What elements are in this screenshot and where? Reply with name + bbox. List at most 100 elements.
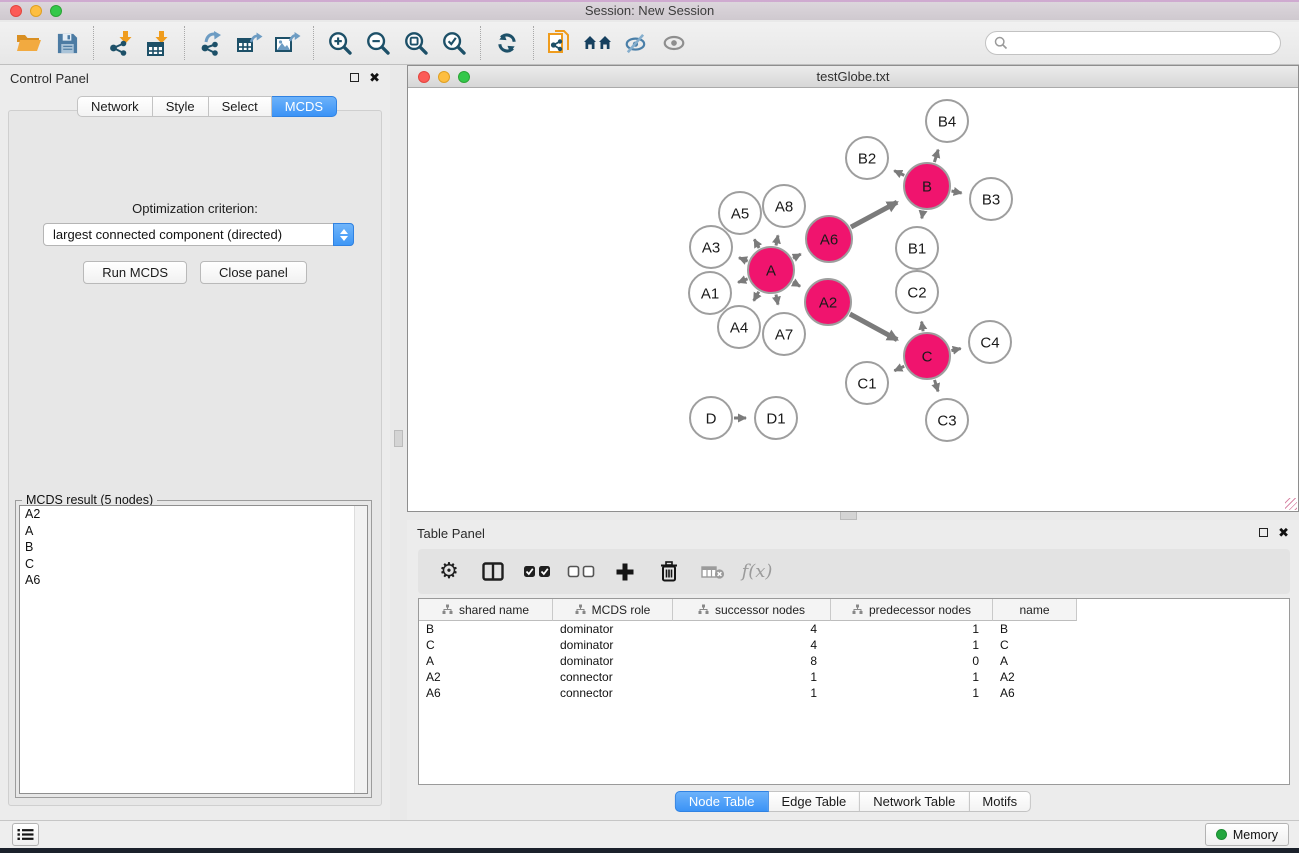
network-minimize-button[interactable]: [438, 71, 450, 83]
horizontal-splitter-handle[interactable]: [840, 511, 857, 520]
column-header-successor-nodes[interactable]: successor nodes: [673, 599, 831, 621]
edge-A-A2[interactable]: [793, 282, 800, 286]
memory-label: Memory: [1233, 828, 1278, 842]
node-label-A2: A2: [819, 295, 837, 312]
mcds-result-list[interactable]: A2 A B C A6: [19, 505, 368, 794]
close-panel-icon[interactable]: ✖: [369, 72, 380, 83]
edge-A-A1[interactable]: [738, 279, 748, 283]
tab-network-table[interactable]: Network Table: [860, 791, 969, 812]
export-network-button[interactable]: [192, 25, 230, 61]
edge-A6-B[interactable]: [851, 202, 897, 227]
table-row[interactable]: C dominator 4 1 C: [419, 637, 1289, 653]
vertical-splitter-handle[interactable]: [394, 430, 403, 447]
tab-edge-table[interactable]: Edge Table: [768, 791, 860, 812]
tab-mcds[interactable]: MCDS: [272, 96, 337, 117]
window-resize-grip[interactable]: [1285, 498, 1297, 510]
network-maximize-button[interactable]: [458, 71, 470, 83]
edge-A-A7[interactable]: [776, 295, 778, 305]
toolbar-separator: [93, 26, 94, 60]
table-row[interactable]: A6 connector 1 1 A6: [419, 685, 1289, 701]
home-icon: [583, 33, 613, 53]
edge-B-B1[interactable]: [922, 211, 923, 219]
edge-A2-C[interactable]: [850, 314, 897, 340]
column-header-name[interactable]: name: [993, 599, 1077, 621]
tab-network[interactable]: Network: [77, 96, 153, 117]
optimization-criterion-dropdown[interactable]: largest connected component (directed): [43, 223, 354, 246]
delete-column-button[interactable]: [654, 555, 684, 589]
edge-C-C3[interactable]: [935, 380, 939, 392]
edge-A-A3[interactable]: [739, 258, 748, 261]
edge-C-C1[interactable]: [894, 366, 904, 370]
export-table-button[interactable]: [230, 25, 268, 61]
create-column-button[interactable]: [610, 555, 640, 589]
task-history-button[interactable]: [12, 823, 39, 846]
new-network-from-selection-button[interactable]: [541, 25, 579, 61]
edge-C-C4[interactable]: [951, 349, 960, 351]
home-button[interactable]: [579, 25, 617, 61]
mcds-tab-content: Optimization criterion: largest connecte…: [8, 110, 382, 806]
minimize-window-button[interactable]: [30, 5, 42, 17]
maximize-window-button[interactable]: [50, 5, 62, 17]
close-panel-button[interactable]: Close panel: [200, 261, 307, 284]
table-row[interactable]: A dominator 8 0 A: [419, 653, 1289, 669]
unselect-all-columns-button[interactable]: [566, 555, 596, 589]
network-canvas[interactable]: B4B2BB3B1A5A8A6A3AA1A2C2A4A7C4CC1C3DD1: [408, 89, 1298, 511]
memory-status-icon: [1216, 829, 1227, 840]
float-panel-icon[interactable]: [350, 73, 359, 82]
network-window-titlebar[interactable]: testGlobe.txt: [408, 66, 1298, 88]
column-header-predecessor-nodes[interactable]: predecessor nodes: [831, 599, 993, 621]
edge-A-A6[interactable]: [793, 254, 801, 258]
column-header-mcds-role[interactable]: MCDS role: [553, 599, 673, 621]
node-label-C1: C1: [857, 376, 876, 393]
zoom-in-button[interactable]: [321, 25, 359, 61]
show-columns-button[interactable]: [478, 555, 508, 589]
table-row[interactable]: A2 connector 1 1 A2: [419, 669, 1289, 685]
edge-C-C2[interactable]: [922, 322, 924, 332]
zoom-selected-button[interactable]: [435, 25, 473, 61]
select-all-columns-button[interactable]: [522, 555, 552, 589]
function-builder-button[interactable]: f(x): [742, 555, 772, 589]
network-close-button[interactable]: [418, 71, 430, 83]
eye-slash-icon: [623, 31, 649, 55]
close-window-button[interactable]: [10, 5, 22, 17]
show-graphics-button[interactable]: [655, 25, 693, 61]
tab-style[interactable]: Style: [153, 96, 209, 117]
list-item[interactable]: B: [20, 539, 367, 556]
export-image-button[interactable]: [268, 25, 306, 61]
search-field[interactable]: [985, 31, 1281, 55]
float-panel-icon[interactable]: [1259, 528, 1268, 537]
dropdown-stepper[interactable]: [333, 223, 354, 246]
table-row[interactable]: B dominator 4 1 B: [419, 621, 1289, 637]
desktop-background: [0, 848, 1299, 853]
import-network-button[interactable]: [101, 25, 139, 61]
run-mcds-button[interactable]: Run MCDS: [83, 261, 187, 284]
hide-graphics-button[interactable]: [617, 25, 655, 61]
scrollbar-track[interactable]: [354, 506, 367, 793]
memory-button[interactable]: Memory: [1205, 823, 1289, 846]
refresh-button[interactable]: [488, 25, 526, 61]
save-session-button[interactable]: [48, 25, 86, 61]
delete-table-button[interactable]: [698, 555, 728, 589]
edge-B-B2[interactable]: [894, 171, 904, 176]
edge-B-B3[interactable]: [952, 191, 962, 193]
list-item[interactable]: A: [20, 523, 367, 540]
open-session-button[interactable]: [10, 25, 48, 61]
list-item[interactable]: C: [20, 556, 367, 573]
list-item[interactable]: A6: [20, 572, 367, 589]
edge-A-A8[interactable]: [776, 235, 778, 245]
column-header-shared-name[interactable]: shared name: [419, 599, 553, 621]
table-settings-button[interactable]: ⚙: [434, 555, 464, 589]
zoom-out-button[interactable]: [359, 25, 397, 61]
tab-motifs[interactable]: Motifs: [969, 791, 1031, 812]
edge-A-A5[interactable]: [754, 239, 759, 248]
unchecked-boxes-icon: [567, 565, 595, 578]
tab-node-table[interactable]: Node Table: [675, 791, 769, 812]
import-table-icon: [145, 30, 171, 57]
edge-B-B4[interactable]: [934, 150, 938, 162]
list-item[interactable]: A2: [20, 506, 367, 523]
tab-select[interactable]: Select: [209, 96, 272, 117]
import-table-button[interactable]: [139, 25, 177, 61]
close-panel-icon[interactable]: ✖: [1278, 527, 1289, 538]
edge-A-A4[interactable]: [754, 292, 759, 301]
zoom-fit-button[interactable]: [397, 25, 435, 61]
